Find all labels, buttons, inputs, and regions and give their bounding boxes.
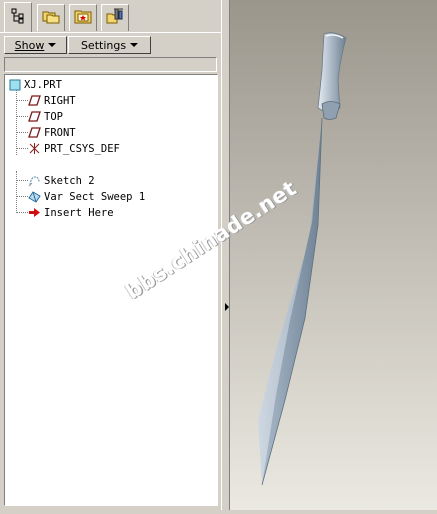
tab-folder-browser[interactable] xyxy=(37,4,65,31)
tree-item-label: Sketch 2 xyxy=(44,174,95,187)
tree-item-label: Insert Here xyxy=(44,206,114,219)
tree-connector xyxy=(16,100,28,101)
folder-browser-icon xyxy=(42,8,60,28)
datum-plane-icon xyxy=(28,94,41,107)
chevron-down-icon xyxy=(48,43,57,47)
navigator-tabs xyxy=(0,0,221,33)
favorites-icon xyxy=(74,8,92,28)
tree-connector xyxy=(16,196,28,197)
tree-header-bar xyxy=(4,57,217,72)
tree-root-label: XJ.PRT xyxy=(24,78,62,91)
settings-menu-button[interactable]: Settings xyxy=(68,36,151,54)
tree-root-part[interactable]: XJ.PRT xyxy=(8,77,62,92)
show-menu-button[interactable]: Show xyxy=(4,36,67,54)
connections-icon xyxy=(106,8,124,28)
tree-item-label: PRT_CSYS_DEF xyxy=(44,142,120,155)
datum-plane-icon xyxy=(28,126,41,139)
tab-model-tree[interactable] xyxy=(4,2,32,33)
tree-item-front[interactable]: FRONT xyxy=(28,125,76,140)
tree-item-label: Var Sect Sweep 1 xyxy=(44,190,146,203)
settings-menu-label: Settings xyxy=(80,38,127,52)
tree-item-label: TOP xyxy=(44,110,63,123)
tree-item-label: RIGHT xyxy=(44,94,76,107)
sketch-icon xyxy=(28,174,41,187)
tab-connections[interactable] xyxy=(101,4,129,31)
part-icon xyxy=(8,78,21,91)
tree-connector xyxy=(16,116,28,117)
chevron-down-icon xyxy=(130,43,139,47)
show-menu-label: Show xyxy=(14,38,45,52)
tree-connector xyxy=(16,180,28,181)
tab-strip-divider xyxy=(0,32,221,33)
tree-item-csys[interactable]: PRT_CSYS_DEF xyxy=(28,141,120,156)
tab-favorites[interactable] xyxy=(69,4,97,31)
tree-connector xyxy=(16,132,28,133)
datum-plane-icon xyxy=(28,110,41,123)
tree-connector xyxy=(16,148,28,149)
tree-item-sketch[interactable]: Sketch 2 xyxy=(28,173,95,188)
tree-item-top[interactable]: TOP xyxy=(28,109,63,124)
tree-item-insert-here[interactable]: Insert Here xyxy=(28,205,114,220)
coordinate-system-icon xyxy=(28,142,41,155)
tree-connector xyxy=(16,89,17,155)
tree-connector xyxy=(16,171,17,213)
panel-splitter[interactable] xyxy=(221,0,229,510)
sweep-icon xyxy=(28,190,41,203)
tree-connector xyxy=(16,212,28,213)
tree-item-sweep[interactable]: Var Sect Sweep 1 xyxy=(28,189,145,204)
model-tree[interactable]: XJ.PRT RIGHT TOP FRONT PRT_CSYS_DEF Sket… xyxy=(4,74,218,506)
tree-item-label: FRONT xyxy=(44,126,76,139)
sword-model xyxy=(258,32,347,486)
graphics-viewport[interactable] xyxy=(229,0,437,510)
tree-item-right[interactable]: RIGHT xyxy=(28,93,76,108)
model-tree-icon xyxy=(10,8,26,28)
insert-arrow-icon xyxy=(28,206,41,219)
